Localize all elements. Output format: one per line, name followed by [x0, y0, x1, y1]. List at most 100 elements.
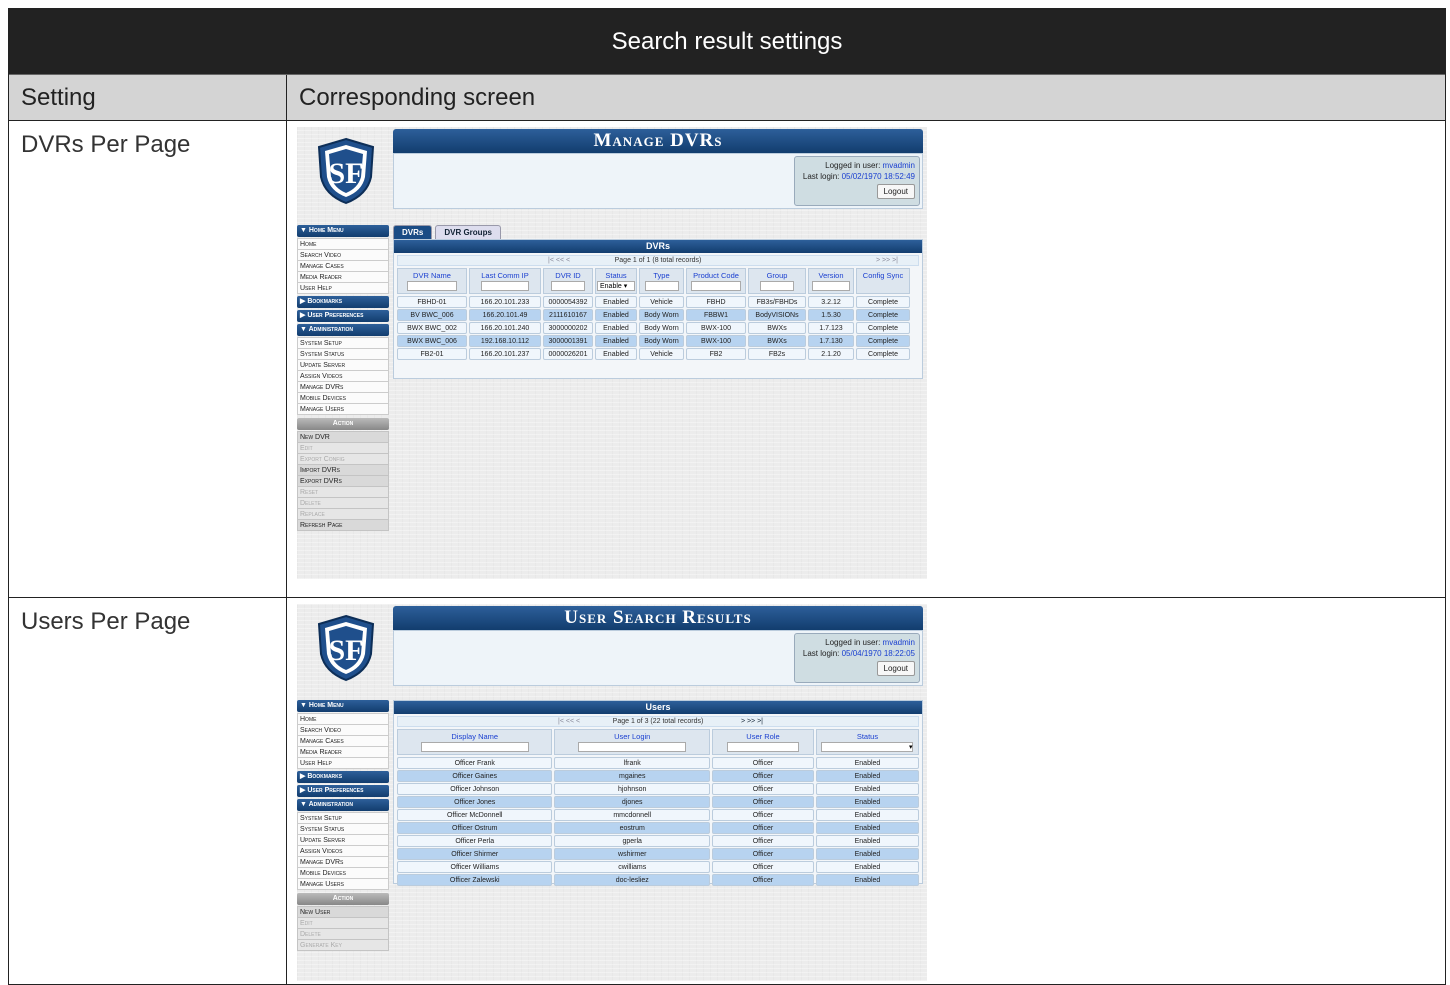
bookmarks-header[interactable]: ▶ Bookmarks: [297, 296, 389, 308]
pager-prev[interactable]: |< << <: [548, 256, 570, 266]
column-header[interactable]: Config Sync: [856, 268, 910, 294]
column-header[interactable]: DVR Name: [397, 268, 467, 294]
table-row[interactable]: Officer Zalewski doc-lesliez Officer Enable…: [397, 874, 919, 886]
column-header-label: DVR ID: [555, 271, 581, 280]
administration-header[interactable]: ▼ Administration: [297, 324, 389, 336]
table-cell: Officer: [711, 861, 814, 873]
table-cell: Enabled: [595, 296, 637, 308]
user-preferences-header[interactable]: ▶ User Preferences: [297, 785, 389, 797]
pager-text: Page 1 of 3 (22 total records): [612, 718, 704, 725]
table-row[interactable]: Officer Johnson hjohnson Officer Enabled: [397, 783, 919, 795]
sidebar-item[interactable]: Manage Users: [297, 403, 389, 415]
table-cell: Officer: [711, 757, 814, 769]
column-header[interactable]: Version: [808, 268, 854, 294]
table-row: DVRs Per Page SF Manage DVRs Logged in u…: [9, 121, 1445, 598]
user-grid: Display Name User Login User Role Status ▾ Of…: [397, 729, 919, 886]
table-cell: mgaines: [554, 770, 710, 782]
table-row[interactable]: Officer Frank lfrank Officer Enabled: [397, 757, 919, 769]
table-cell: FBHD: [686, 296, 746, 308]
column-filter-input[interactable]: [551, 281, 585, 291]
table-cell: eostrum: [554, 822, 710, 834]
table-cell: Officer: [711, 783, 814, 795]
bookmarks-header[interactable]: ▶ Bookmarks: [297, 771, 389, 783]
sidebar: ▼ Home Menu Home Search Video Manage Cases M…: [297, 223, 389, 531]
table-row[interactable]: Officer McDonnell mmcdonnell Officer Enable…: [397, 809, 919, 821]
tab-dvr-groups[interactable]: DVR Groups: [435, 225, 501, 239]
column-filter-input[interactable]: ▾: [821, 742, 914, 752]
column-filter-input[interactable]: [760, 281, 794, 291]
last-login-label: Last login:: [802, 172, 840, 181]
column-header[interactable]: User Role: [711, 729, 814, 755]
table-row[interactable]: FB2-01 166.20.101.237 0000026201 Enabled Veh…: [397, 348, 919, 360]
column-header[interactable]: DVR ID: [543, 268, 593, 294]
column-header[interactable]: Status Enable ▾: [595, 268, 637, 294]
tab-bar: DVRs DVR Groups: [393, 225, 501, 239]
table-cell: FBBW1: [686, 309, 746, 321]
table-row[interactable]: Officer Jones djones Officer Enabled: [397, 796, 919, 808]
column-filter-input[interactable]: [407, 281, 457, 291]
table-cell: 166.20.101.49: [469, 309, 541, 321]
column-filter-input[interactable]: [644, 281, 679, 291]
pager-prev[interactable]: |< << <: [558, 717, 580, 727]
action-header: Action: [297, 418, 389, 430]
column-filter-input[interactable]: [578, 742, 687, 752]
home-menu-header[interactable]: ▼ Home Menu: [297, 225, 389, 237]
column-filter-input[interactable]: [726, 742, 799, 752]
table-cell: Complete: [856, 309, 910, 321]
table-row[interactable]: Officer Ostrum eostrum Officer Enabled: [397, 822, 919, 834]
column-header[interactable]: Product Code: [686, 268, 746, 294]
table-row[interactable]: FBHD-01 166.20.101.233 0000054392 Enabled Ve…: [397, 296, 919, 308]
table-cell: djones: [554, 796, 710, 808]
table-cell: Officer Williams: [397, 861, 553, 873]
table-cell: Enabled: [595, 322, 637, 334]
column-filter-input[interactable]: [691, 281, 741, 291]
table-row[interactable]: Officer Williams cwilliams Officer Enabled: [397, 861, 919, 873]
pager: |< << < Page 1 of 3 (22 total records) >…: [397, 716, 919, 727]
svg-text:SF: SF: [328, 157, 363, 190]
column-header[interactable]: Type: [639, 268, 684, 294]
column-filter-input[interactable]: [420, 742, 529, 752]
column-header[interactable]: User Login: [554, 729, 710, 755]
table-cell: Complete: [856, 335, 910, 347]
column-filter-input[interactable]: [481, 281, 529, 291]
logout-button[interactable]: Logout: [876, 661, 915, 676]
table-cell: Officer Gaines: [397, 770, 553, 782]
column-filter-input[interactable]: Enable ▾: [597, 281, 635, 291]
home-menu-header[interactable]: ▼ Home Menu: [297, 700, 389, 712]
table-cell: Officer: [711, 848, 814, 860]
table-row[interactable]: Officer Shirmer wshirmer Officer Enabled: [397, 848, 919, 860]
logout-button[interactable]: Logout: [876, 184, 915, 199]
column-header[interactable]: Display Name: [397, 729, 553, 755]
table-row: Users Per Page SF User Search Results Lo…: [9, 598, 1445, 984]
column-header-label: User Role: [746, 732, 780, 741]
tab-dvrs[interactable]: DVRs: [393, 225, 433, 239]
table-cell: 3000001391: [543, 335, 593, 347]
column-header[interactable]: Status ▾: [815, 729, 919, 755]
table-row[interactable]: BV BWC_006 166.20.101.49 2111610167 Enabled…: [397, 309, 919, 321]
table-row[interactable]: BWX BWC_002 166.20.101.240 3000000202 Enabl…: [397, 322, 919, 334]
sidebar-item[interactable]: Manage Users: [297, 878, 389, 890]
screen-cell: SF User Search Results Logged in user: m…: [287, 598, 1445, 984]
table-cell: doc-lesliez: [554, 874, 710, 886]
action-item[interactable]: Refresh Page: [297, 519, 389, 531]
table-cell: lfrank: [554, 757, 710, 769]
sidebar-item[interactable]: User Help: [297, 282, 389, 294]
table-row[interactable]: BWX BWC_006 192.168.10.112 3000001391 Enabl…: [397, 335, 919, 347]
page-banner: User Search Results: [393, 606, 923, 630]
administration-header[interactable]: ▼ Administration: [297, 799, 389, 811]
pager-next[interactable]: > >> >|: [876, 256, 898, 266]
column-header[interactable]: Group: [748, 268, 806, 294]
table-cell: Officer Jones: [397, 796, 553, 808]
column-header[interactable]: Last Comm IP: [469, 268, 541, 294]
header-setting: Setting: [9, 75, 287, 120]
pager-next[interactable]: > >> >|: [741, 717, 763, 727]
table-cell: 166.20.101.240: [469, 322, 541, 334]
table-cell: Officer Shirmer: [397, 848, 553, 860]
user-preferences-header[interactable]: ▶ User Preferences: [297, 310, 389, 322]
table-cell: gperla: [554, 835, 710, 847]
column-filter-input[interactable]: [812, 281, 850, 291]
manage-dvrs-screenshot: SF Manage DVRs Logged in user: mvadmin L…: [297, 127, 927, 579]
table-row[interactable]: Officer Perla gperla Officer Enabled: [397, 835, 919, 847]
table-row[interactable]: Officer Gaines mgaines Officer Enabled: [397, 770, 919, 782]
sidebar-item[interactable]: User Help: [297, 757, 389, 769]
